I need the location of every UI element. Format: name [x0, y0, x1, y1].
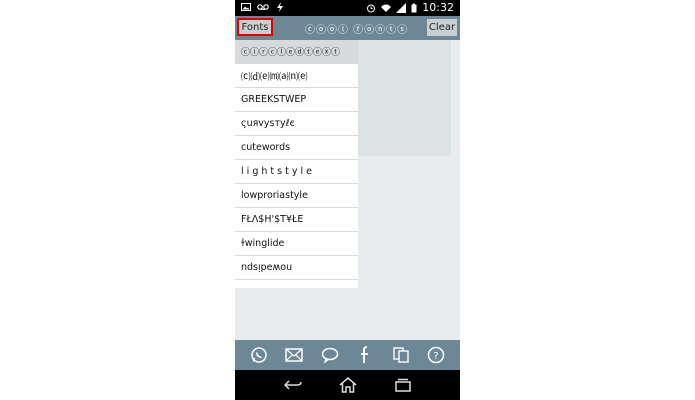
clear-button[interactable]: Clear — [427, 19, 457, 36]
font-list-item-cutewords[interactable]: cutewords — [235, 136, 358, 160]
font-list-item-circled[interactable]: ⓒⓘⓡⓒⓛⓔⓓⓣⓔⓧⓣ — [235, 40, 358, 64]
mail-icon[interactable] — [284, 345, 304, 365]
battery-icon — [411, 3, 417, 12]
svg-text:?: ? — [434, 351, 439, 362]
copy-icon[interactable] — [391, 345, 411, 365]
voicemail-icon — [257, 4, 269, 10]
whatsapp-icon[interactable] — [249, 345, 269, 365]
font-list-item-lightstyle[interactable]: l i g h t s t y l e — [235, 160, 358, 184]
clock-text: 10:32 — [422, 1, 454, 14]
font-list-item-upsidedown[interactable]: ndsᴉpeʍou — [235, 256, 358, 280]
facebook-icon[interactable] — [355, 345, 375, 365]
system-nav-bar — [235, 370, 460, 400]
font-list-item-greek[interactable]: GREEKSTWEP — [235, 88, 358, 112]
app-bar: Fonts ⓒⓞⓞⓛ ⓕⓞⓝⓣⓢ Clear — [235, 16, 460, 40]
chat-bubble-icon[interactable] — [320, 345, 340, 365]
fonts-button[interactable]: Fonts — [237, 18, 273, 36]
app-title: ⓒⓞⓞⓛ ⓕⓞⓝⓣⓢ — [305, 25, 409, 36]
font-list-item-flash[interactable]: FŁΛ$H'$T¥ŁE — [235, 208, 358, 232]
font-list-item-parenthesized[interactable]: ⒞⒟⒠⒨⒜⒩⒠ — [235, 64, 358, 88]
share-toolbar: ? — [235, 340, 460, 370]
font-list-item-lowpro[interactable]: lowproriastyle — [235, 184, 358, 208]
status-bar: 10:32 — [235, 0, 460, 16]
gallery-icon — [241, 3, 251, 11]
app-screen: 10:32 Fonts ⓒⓞⓞⓛ ⓕⓞⓝⓣⓢ Clear ⓒⓘⓡⓒⓛⓔⓓⓣⓔⓧⓣ… — [235, 0, 460, 400]
font-list-item-curvy[interactable]: ςuяvysтyℓє — [235, 112, 358, 136]
back-icon[interactable] — [283, 376, 302, 394]
signal-icon — [396, 2, 407, 13]
font-style-list: ⓒⓘⓡⓒⓛⓔⓓⓣⓔⓧⓣ ⒞⒟⒠⒨⒜⒩⒠ GREEKSTWEP ςuяvysтyℓ… — [235, 40, 358, 288]
wifi-icon — [381, 4, 392, 12]
alarm-icon — [367, 4, 376, 12]
text-preview-area[interactable] — [358, 40, 451, 156]
recents-icon[interactable] — [394, 376, 412, 394]
charging-icon — [277, 2, 283, 12]
font-list-item-twinglide[interactable]: ɫwinglide — [235, 232, 358, 256]
help-icon[interactable]: ? — [426, 345, 446, 365]
home-icon[interactable] — [339, 376, 357, 394]
